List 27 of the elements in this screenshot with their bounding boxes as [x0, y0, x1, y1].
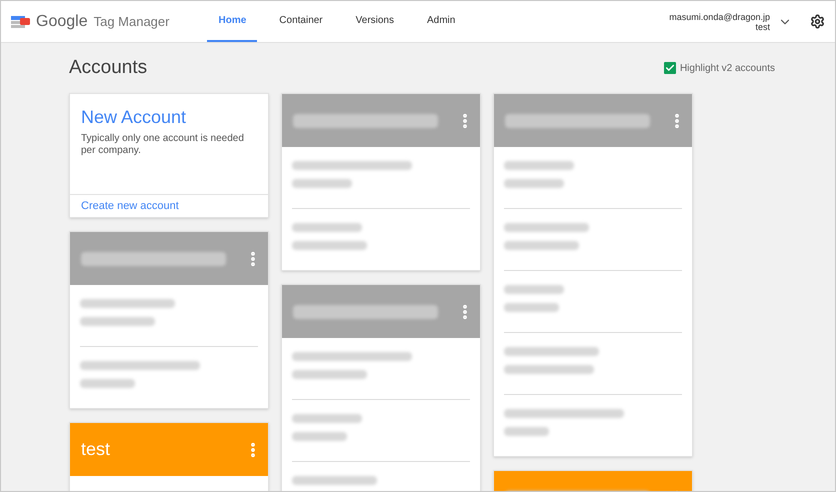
blurred-text: [504, 427, 549, 436]
blurred-text: [80, 379, 135, 388]
user-email: masumi.onda@dragon.jp: [669, 12, 770, 22]
checkbox[interactable]: [664, 62, 676, 74]
nav-tab[interactable]: Versions: [344, 1, 405, 42]
blurred-text: [504, 179, 564, 188]
nav-tab[interactable]: Admin: [416, 1, 466, 42]
blurred-text: [292, 223, 362, 232]
blurred-text: [292, 432, 347, 441]
blurred-text: [504, 161, 574, 170]
new-account-title: New Account: [81, 106, 188, 128]
blurred-text: [292, 179, 352, 188]
blurred-text: [292, 414, 362, 423]
blurred-text: [504, 303, 559, 312]
page-title: Accounts: [69, 56, 148, 80]
nav-tab[interactable]: Home: [207, 1, 258, 42]
nav-tab[interactable]: Container: [268, 1, 334, 42]
blurred-text: [504, 285, 564, 294]
settings-icon[interactable]: [810, 14, 825, 29]
create-account-link[interactable]: Create new account: [81, 198, 179, 214]
account-title: test: [81, 438, 110, 461]
checkbox-label: Highlight v2 accounts: [680, 62, 775, 76]
new-account-description: Typically only one account is needed per company.: [81, 132, 245, 156]
tag-logo-icon: [11, 14, 31, 30]
product-name: Tag Manager: [94, 12, 170, 31]
account-name: test: [755, 22, 770, 32]
google-wordmark: Google: [36, 12, 88, 32]
